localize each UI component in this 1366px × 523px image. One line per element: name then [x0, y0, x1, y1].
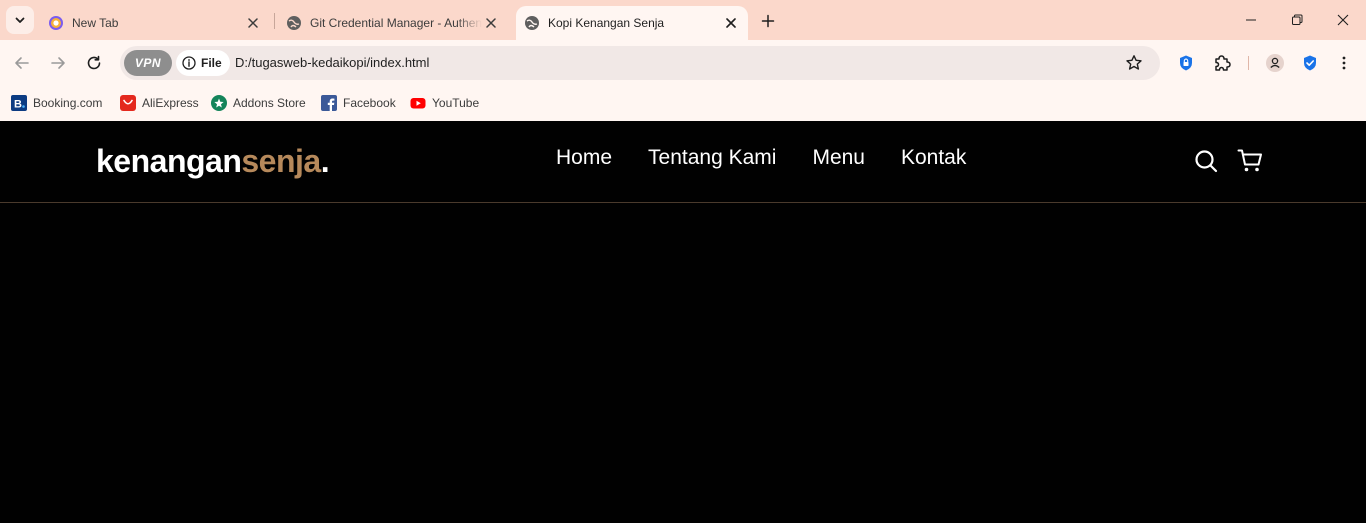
tab-git-credential-manager[interactable]: Git Credential Manager - Authentication	[278, 6, 510, 40]
bookmark-label: Booking.com	[33, 96, 103, 110]
password-manager-extension[interactable]	[1174, 51, 1198, 75]
bookmark-star-button[interactable]	[1122, 51, 1146, 75]
booking-icon: B	[11, 95, 27, 111]
nav-link-menu[interactable]: Menu	[812, 146, 865, 170]
bookmark-label: AliExpress	[142, 96, 199, 110]
web-page: kenangansenja. Home Tentang Kami Menu Ko…	[0, 121, 1366, 523]
search-button[interactable]	[1193, 148, 1219, 174]
forward-button[interactable]	[44, 49, 72, 77]
facebook-icon	[321, 95, 337, 111]
close-icon[interactable]	[244, 14, 262, 32]
globe-icon	[525, 16, 539, 30]
bookmark-facebook[interactable]: Facebook	[321, 92, 396, 114]
shield-lock-icon	[1180, 55, 1192, 71]
site-logo[interactable]: kenangansenja.	[96, 143, 330, 180]
minimize-icon	[1246, 19, 1256, 21]
close-icon[interactable]	[482, 14, 500, 32]
vpn-button[interactable]: VPN	[124, 50, 172, 76]
info-icon	[182, 56, 196, 70]
arrow-right-icon	[51, 57, 65, 69]
youtube-icon	[410, 98, 426, 109]
file-label: File	[201, 56, 222, 70]
security-extension[interactable]	[1298, 51, 1322, 75]
chevron-down-icon	[15, 17, 25, 23]
shopping-cart-icon	[1237, 149, 1262, 172]
address-bar[interactable]: VPN File D:/tugasweb-kedaikopi/index.htm…	[120, 46, 1160, 80]
tab-separator	[274, 13, 275, 29]
shield-check-icon	[1304, 55, 1316, 71]
aliexpress-icon	[120, 95, 136, 111]
url-text[interactable]: D:/tugasweb-kedaikopi/index.html	[235, 55, 429, 70]
bookmark-addons-store[interactable]: Addons Store	[211, 92, 306, 114]
logo-accent: senja	[241, 143, 321, 179]
profile-button[interactable]	[1263, 51, 1287, 75]
site-navbar: kenangansenja. Home Tentang Kami Menu Ko…	[0, 121, 1366, 203]
globe-icon	[287, 16, 301, 30]
close-icon	[1337, 14, 1349, 26]
browser-toolbar: VPN File D:/tugasweb-kedaikopi/index.htm…	[0, 40, 1366, 86]
more-vertical-icon	[1342, 56, 1346, 70]
nav-link-kontak[interactable]: Kontak	[901, 146, 966, 170]
bookmark-label: Facebook	[343, 96, 396, 110]
tab-search-button[interactable]	[6, 6, 34, 34]
profile-icon	[1266, 54, 1284, 72]
bookmarks-bar: B Booking.com AliExpress Addons Store Fa…	[0, 86, 1366, 121]
back-button[interactable]	[8, 49, 36, 77]
site-nav-links: Home Tentang Kami Menu Kontak	[556, 146, 1002, 170]
restore-icon	[1292, 14, 1303, 25]
bookmark-aliexpress[interactable]: AliExpress	[120, 92, 199, 114]
site-info-chip[interactable]: File	[176, 50, 230, 76]
bookmark-label: Addons Store	[233, 96, 306, 110]
tab-new-tab[interactable]: New Tab	[40, 6, 272, 40]
nav-link-home[interactable]: Home	[556, 146, 612, 170]
tab-title: Git Credential Manager - Authentication	[310, 16, 482, 30]
close-icon[interactable]	[722, 14, 740, 32]
tab-strip: New Tab Git Credential Manager - Authent…	[0, 0, 1366, 40]
tab-title: Kopi Kenangan Senja	[548, 16, 665, 30]
close-window-button[interactable]	[1320, 6, 1366, 34]
minimize-button[interactable]	[1228, 6, 1274, 34]
tab-title: New Tab	[72, 16, 119, 30]
addons-store-icon	[211, 95, 227, 111]
logo-dot: .	[320, 143, 330, 179]
vpn-label: VPN	[134, 56, 162, 70]
bookmark-booking[interactable]: B Booking.com	[11, 92, 102, 114]
new-tab-icon	[49, 16, 63, 30]
bookmark-youtube[interactable]: YouTube	[410, 92, 479, 114]
svg-text:B: B	[14, 99, 22, 111]
plus-icon	[761, 14, 775, 28]
search-icon	[1195, 150, 1218, 173]
logo-main: kenangan	[96, 143, 242, 179]
arrow-left-icon	[15, 57, 29, 69]
tab-kopi-kenangan-senja[interactable]: Kopi Kenangan Senja	[516, 6, 748, 40]
reload-button[interactable]	[80, 49, 108, 77]
reload-icon	[87, 55, 101, 70]
cart-button[interactable]	[1237, 148, 1263, 174]
menu-button[interactable]	[1332, 51, 1356, 75]
new-tab-button[interactable]	[756, 9, 780, 33]
toolbar-separator	[1248, 56, 1249, 70]
star-icon	[1126, 55, 1142, 70]
extensions-button[interactable]	[1210, 51, 1234, 75]
nav-link-tentang-kami[interactable]: Tentang Kami	[648, 146, 776, 170]
bookmark-label: YouTube	[432, 96, 480, 110]
puzzle-icon	[1215, 55, 1231, 71]
restore-button[interactable]	[1274, 6, 1320, 34]
